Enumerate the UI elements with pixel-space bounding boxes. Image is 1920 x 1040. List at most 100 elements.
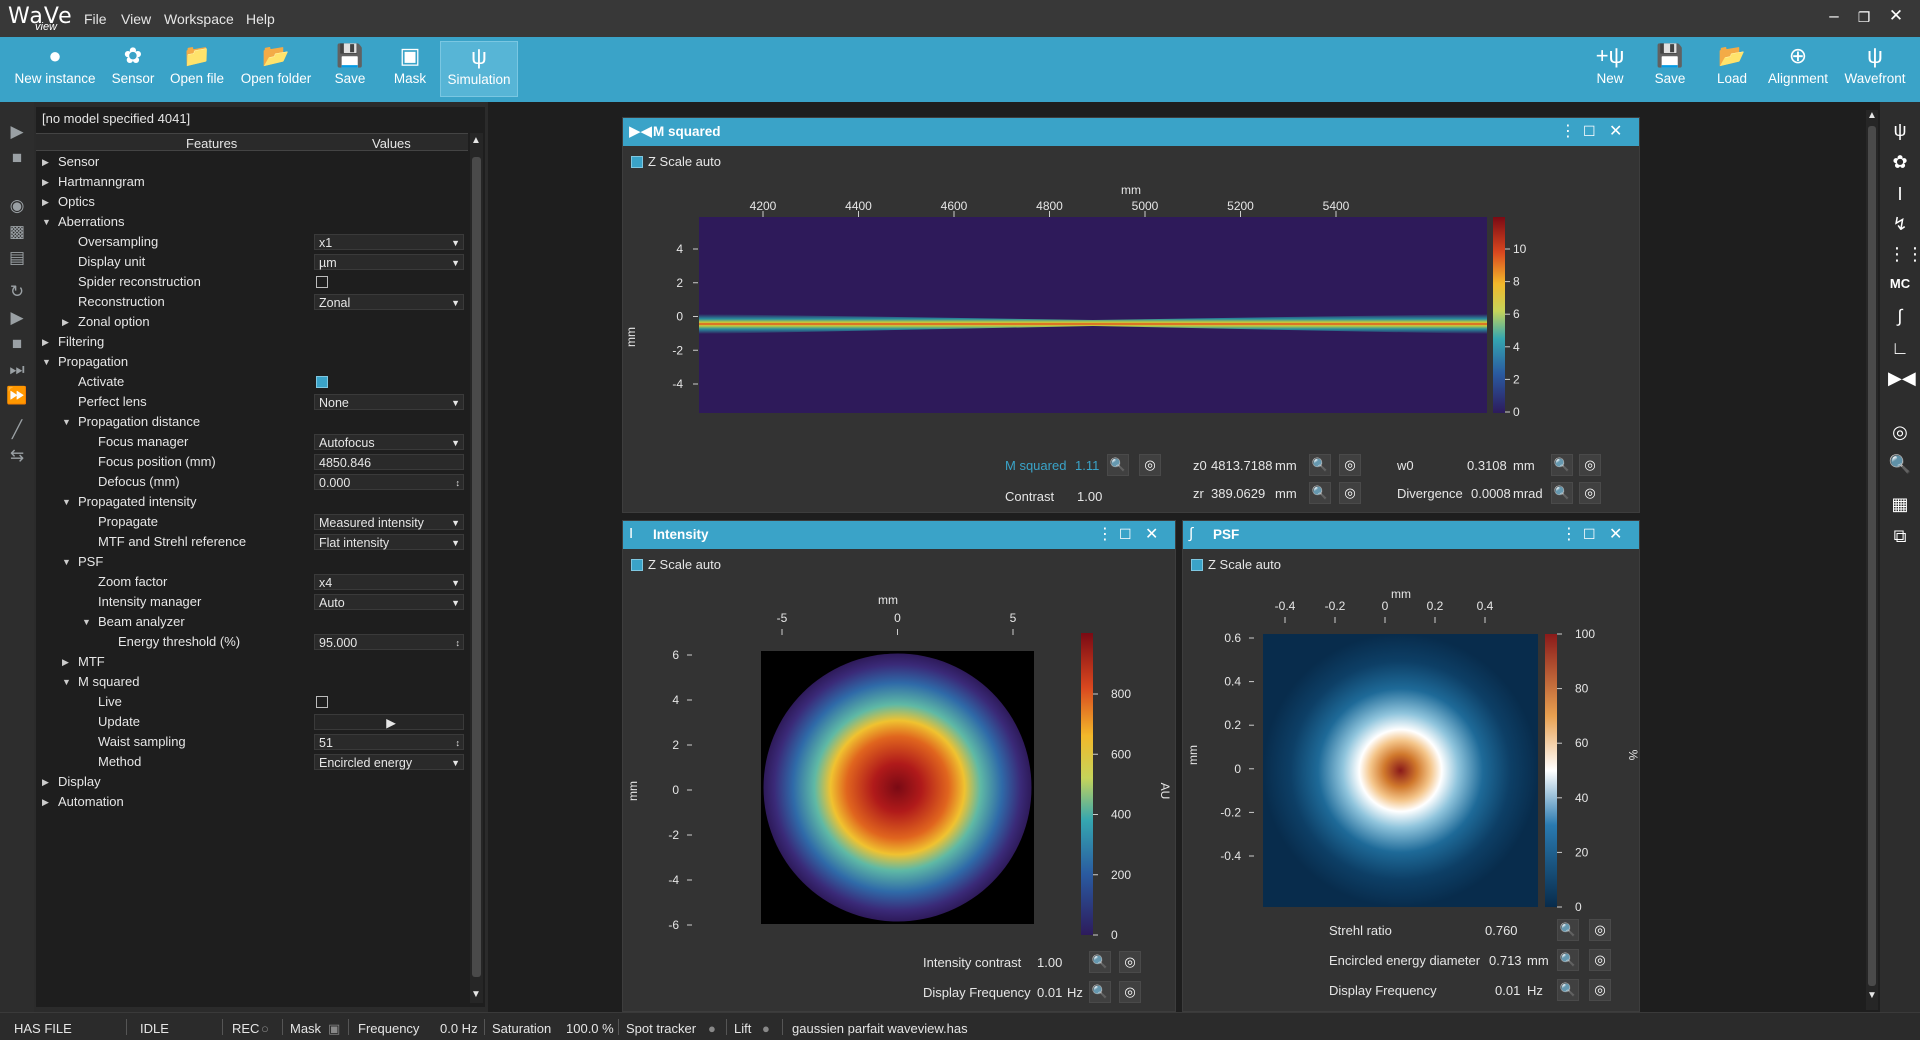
zoom-reset-icon[interactable]: ◎ bbox=[1119, 951, 1141, 973]
simulation-button[interactable]: ψ Simulation bbox=[440, 41, 518, 97]
tree-row[interactable]: Update ▶ bbox=[36, 712, 468, 732]
film-icon[interactable]: ▤ bbox=[5, 248, 29, 268]
tree-row[interactable]: ▶ Optics bbox=[36, 192, 468, 212]
chevron-down-icon[interactable]: ▼ bbox=[451, 515, 460, 531]
chevron-down-icon[interactable]: ▼ bbox=[451, 395, 460, 411]
spinner-icon[interactable]: ↕ bbox=[456, 735, 461, 751]
expand-arrow-icon[interactable]: ▶ bbox=[42, 792, 49, 812]
tree-row[interactable]: ▶ Sensor bbox=[36, 152, 468, 172]
tree-row[interactable]: ▼ PSF bbox=[36, 552, 468, 572]
restore-button[interactable]: ❐ bbox=[1852, 9, 1876, 26]
alignment-button[interactable]: ⊕ Alignment bbox=[1764, 41, 1832, 97]
stop-icon[interactable]: ■ bbox=[5, 148, 29, 168]
menu-view[interactable]: View bbox=[121, 11, 151, 27]
menu-help[interactable]: Help bbox=[246, 11, 275, 27]
close-icon[interactable]: ✕ bbox=[1145, 524, 1158, 544]
scroll-down-icon[interactable]: ▼ bbox=[1867, 990, 1877, 1001]
scroll-thumb[interactable] bbox=[472, 157, 481, 977]
zoom-icon[interactable]: 🔍 bbox=[1888, 454, 1912, 475]
zoom-icon[interactable]: 🔍 bbox=[1557, 949, 1579, 971]
chevron-down-icon[interactable]: ▼ bbox=[451, 295, 460, 311]
expand-arrow-icon[interactable]: ▶ bbox=[42, 192, 49, 212]
tree-row[interactable]: ▶ Automation bbox=[36, 792, 468, 812]
tree-row[interactable]: Zoom factor x4 ▼ bbox=[36, 572, 468, 592]
maximize-icon[interactable]: ☐ bbox=[1583, 526, 1596, 543]
mask-button[interactable]: ▣ Mask bbox=[388, 41, 432, 97]
psi-icon[interactable]: ψ bbox=[1888, 120, 1912, 141]
tree-row[interactable]: ▶ Hartmanngram bbox=[36, 172, 468, 192]
tree-row[interactable]: ▼ Beam analyzer bbox=[36, 612, 468, 632]
expand-arrow-icon[interactable]: ▶ bbox=[62, 312, 69, 332]
dropdown-field[interactable]: x1 ▼ bbox=[314, 234, 464, 250]
dropdown-field[interactable]: Encircled energy ▼ bbox=[314, 754, 464, 770]
spin-field[interactable]: 51 ↕ bbox=[314, 734, 464, 750]
chevron-down-icon[interactable]: ▼ bbox=[451, 575, 460, 591]
play-icon[interactable]: ▶ bbox=[5, 308, 29, 328]
step-icon[interactable]: ⏭ bbox=[5, 360, 29, 380]
zoom-reset-icon[interactable]: ◎ bbox=[1579, 482, 1601, 504]
tree-row[interactable]: Oversampling x1 ▼ bbox=[36, 232, 468, 252]
checkbox[interactable] bbox=[1191, 559, 1203, 571]
zoom-reset-icon[interactable]: ◎ bbox=[1579, 454, 1601, 476]
zoom-reset-icon[interactable]: ◎ bbox=[1589, 979, 1611, 1001]
collapse-arrow-icon[interactable]: ▼ bbox=[62, 672, 71, 692]
dropdown-field[interactable]: Flat intensity ▼ bbox=[314, 534, 464, 550]
video-icon[interactable]: ▩ bbox=[5, 222, 29, 242]
tree-row[interactable]: MTF and Strehl reference Flat intensity ▼ bbox=[36, 532, 468, 552]
tree-row[interactable]: Propagate Measured intensity ▼ bbox=[36, 512, 468, 532]
wavefront-button[interactable]: ψ Wavefront bbox=[1840, 41, 1910, 97]
tree-row[interactable]: Activate bbox=[36, 372, 468, 392]
chevron-down-icon[interactable]: ▼ bbox=[451, 435, 460, 451]
zoom-icon[interactable]: 🔍 bbox=[1551, 482, 1573, 504]
spin-field[interactable]: 0.000 ↕ bbox=[314, 474, 464, 490]
checkbox[interactable] bbox=[316, 276, 328, 288]
tree-row[interactable]: Focus position (mm) 4850.846 bbox=[36, 452, 468, 472]
fast-forward-icon[interactable]: ⏩ bbox=[5, 386, 29, 406]
checkbox[interactable] bbox=[631, 559, 643, 571]
zoom-reset-icon[interactable]: ◎ bbox=[1589, 919, 1611, 941]
open-file-button[interactable]: 📁 Open file bbox=[166, 41, 228, 97]
scroll-up-icon[interactable]: ▲ bbox=[471, 135, 481, 146]
expand-arrow-icon[interactable]: ▶ bbox=[42, 152, 49, 172]
tree-row[interactable]: ▶ Zonal option bbox=[36, 312, 468, 332]
more-icon[interactable]: ⋮ bbox=[1097, 524, 1113, 544]
tree-row[interactable]: ▶ MTF bbox=[36, 652, 468, 672]
dropdown-field[interactable]: Autofocus ▼ bbox=[314, 434, 464, 450]
reload-icon[interactable]: ↻ bbox=[5, 282, 29, 302]
save-button[interactable]: 💾 Save bbox=[330, 41, 370, 97]
dropdown-field[interactable]: Auto ▼ bbox=[314, 594, 464, 610]
chevron-down-icon[interactable]: ▼ bbox=[451, 535, 460, 551]
checkbox[interactable] bbox=[316, 376, 328, 388]
zoom-reset-icon[interactable]: ◎ bbox=[1339, 454, 1361, 476]
maximize-icon[interactable]: ☐ bbox=[1583, 123, 1596, 140]
tree-row[interactable]: Focus manager Autofocus ▼ bbox=[36, 432, 468, 452]
collapse-arrow-icon[interactable]: ▼ bbox=[62, 492, 71, 512]
panel-scrollbar[interactable]: ▲ ▼ bbox=[470, 133, 483, 1003]
zoom-reset-icon[interactable]: ◎ bbox=[1139, 454, 1161, 476]
stop-icon[interactable]: ■ bbox=[5, 334, 29, 354]
tree-row[interactable]: ▶ Display bbox=[36, 772, 468, 792]
zoom-reset-icon[interactable]: ◎ bbox=[1589, 949, 1611, 971]
int-zscale-checkbox[interactable]: Z Scale auto bbox=[631, 557, 721, 572]
close-icon[interactable]: ✕ bbox=[1609, 524, 1622, 544]
tree-row[interactable]: ▼ Propagation bbox=[36, 352, 468, 372]
open-folder-button[interactable]: 📂 Open folder bbox=[236, 41, 316, 97]
cascade-icon[interactable]: ⧉ bbox=[1888, 526, 1912, 547]
more-icon[interactable]: ⋮ bbox=[1561, 524, 1577, 544]
camera-icon[interactable]: ◉ bbox=[5, 196, 29, 216]
dropdown-field[interactable]: x4 ▼ bbox=[314, 574, 464, 590]
tree-row[interactable]: Defocus (mm) 0.000 ↕ bbox=[36, 472, 468, 492]
close-window-button[interactable]: ✕ bbox=[1884, 6, 1908, 26]
zoom-icon[interactable]: 🔍 bbox=[1089, 951, 1111, 973]
zoom-reset-icon[interactable]: ◎ bbox=[1888, 422, 1912, 443]
tree-row[interactable]: ▼ M squared bbox=[36, 672, 468, 692]
msquared-icon[interactable]: ▶◀ bbox=[1888, 368, 1916, 389]
menu-workspace[interactable]: Workspace bbox=[164, 11, 234, 27]
collapse-arrow-icon[interactable]: ▼ bbox=[42, 212, 51, 232]
maximize-icon[interactable]: ☐ bbox=[1119, 526, 1132, 543]
collapse-arrow-icon[interactable]: ▼ bbox=[62, 552, 71, 572]
chevron-down-icon[interactable]: ▼ bbox=[451, 255, 460, 271]
collapse-arrow-icon[interactable]: ▼ bbox=[42, 352, 51, 372]
collapse-arrow-icon[interactable]: ▼ bbox=[82, 612, 91, 632]
grid-icon[interactable]: ⋮⋮ bbox=[1888, 244, 1920, 265]
